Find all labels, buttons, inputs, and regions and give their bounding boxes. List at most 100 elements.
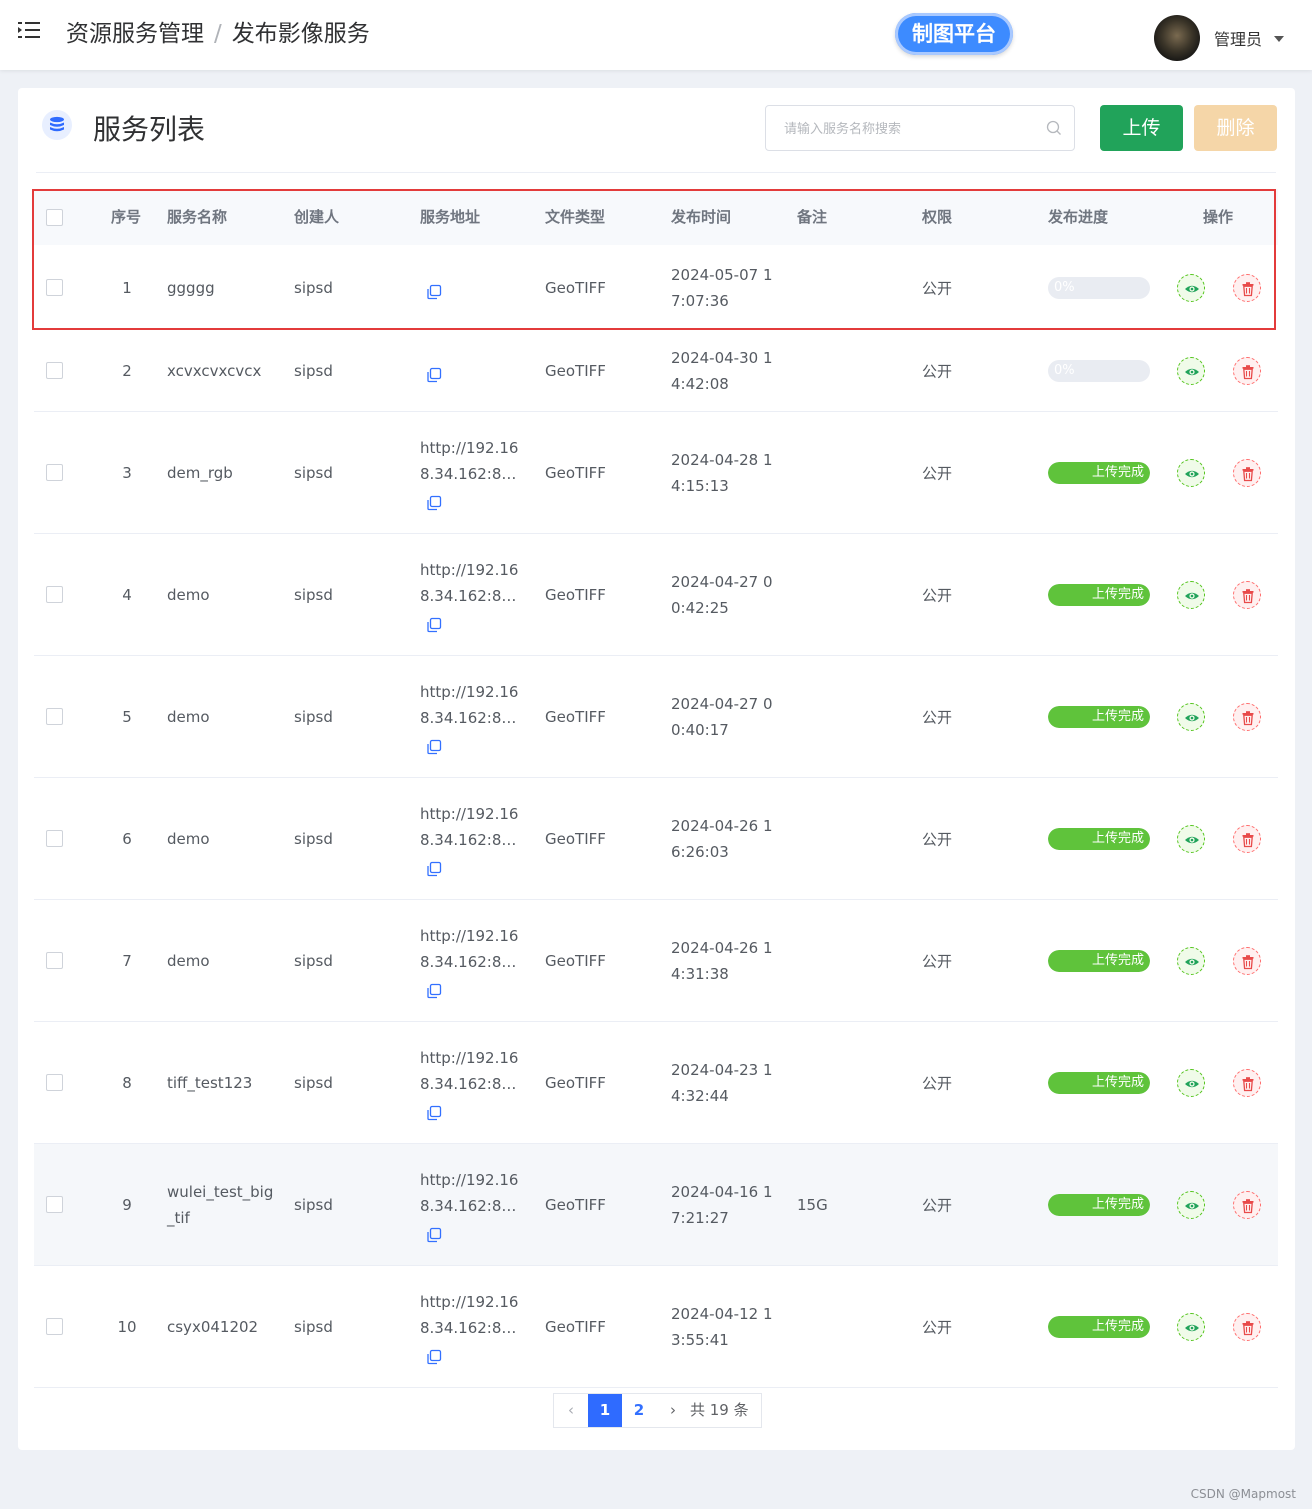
mapping-platform-button[interactable]: 制图平台 [895,13,1013,55]
delete-row-button[interactable] [1233,458,1261,487]
delete-row-button[interactable] [1233,946,1261,975]
view-button[interactable] [1177,702,1205,731]
view-button[interactable] [1177,824,1205,853]
address-line: http://192.16 [420,682,519,701]
address-line: 8.34.162:81... [420,952,524,971]
publish-time-line: 2024-04-27 0 [671,694,773,713]
next-page-icon[interactable]: › [656,1394,690,1427]
delete-row-button[interactable] [1233,702,1261,731]
column-header: 服务名称 [167,208,228,226]
total-count: 共 19 条 [690,1401,749,1419]
row-index: 8 [122,1073,132,1092]
address-line: http://192.16 [420,438,519,457]
progress-text: 上传完成 [1091,830,1144,846]
row-checkbox[interactable] [46,829,63,847]
prev-page-icon[interactable]: ‹ [554,1394,588,1427]
progress-text: 上传完成 [1091,1318,1144,1334]
row-checkbox[interactable] [46,278,63,296]
row-checkbox[interactable] [46,1073,63,1091]
delete-row-button[interactable] [1233,824,1261,853]
copy-icon[interactable] [426,367,442,383]
copy-icon[interactable] [426,1349,442,1365]
view-button[interactable] [1177,1190,1205,1219]
table-row: 9 wulei_test_big _tif sipsd http://192.16 8.3… [34,1144,1278,1266]
watermark: CSDN @Mapmost [1190,1487,1296,1501]
search-box[interactable] [765,105,1075,152]
table-row: 1 ggggg sipsd GeoTIFF 2024-05-07 1 7:07:36 公开 0… [34,245,1278,330]
copy-icon[interactable] [426,617,442,633]
row-checkbox[interactable] [46,361,63,379]
delete-button[interactable]: 删除 [1194,105,1277,151]
user-name[interactable]: 管理员 [1214,26,1262,50]
progress-text: 上传完成 [1091,1196,1144,1212]
avatar[interactable] [1154,15,1200,61]
publish-time: 2024-04-28 1 4:15:13 [671,447,772,499]
copy-icon[interactable] [426,983,442,999]
service-name-line: demo [167,585,210,604]
delete-row-button[interactable] [1233,356,1261,385]
row-checkbox[interactable] [46,585,63,603]
page-2[interactable]: 2 [622,1394,656,1427]
row-checkbox[interactable] [46,707,63,725]
address-line: 8.34.162:81... [420,1318,524,1337]
permission: 公开 [922,586,953,604]
view-button[interactable] [1177,273,1205,302]
service-name-line: ggggg [167,278,215,297]
view-button[interactable] [1177,356,1205,385]
view-button[interactable] [1177,580,1205,609]
publish-time-line: 2024-04-16 1 [671,1182,773,1201]
copy-icon[interactable] [426,495,442,511]
delete-row-button[interactable] [1233,1190,1261,1219]
publish-time: 2024-04-23 1 4:32:44 [671,1057,772,1109]
publish-time-line: 6:26:03 [671,842,729,861]
eye-icon [1185,592,1199,599]
trash-icon [1242,710,1254,725]
row-checkbox[interactable] [46,463,63,481]
column-header: 创建人 [294,208,340,226]
view-button[interactable] [1177,946,1205,975]
top-bar: 资源服务管理 / 发布影像服务 制图平台 管理员 [0,0,1312,70]
permission: 公开 [922,1318,953,1336]
publish-time-line: 2024-04-28 1 [671,450,773,469]
view-button[interactable] [1177,1312,1205,1341]
delete-row-button[interactable] [1233,1312,1261,1341]
service-table: 序号 服务名称 创建人 服务地址 文件类型 发布时间 备注 权限 发布进度 操作… [34,189,1278,1388]
breadcrumb-item[interactable]: 资源服务管理 [66,21,204,47]
service-name: csyx041202 [167,1314,258,1340]
publish-time: 2024-05-07 1 7:07:36 [671,262,772,314]
copy-icon[interactable] [426,1227,442,1243]
address-line: 8.34.162:81... [420,708,524,727]
copy-icon[interactable] [426,1105,442,1121]
upload-button[interactable]: 上传 [1100,105,1183,151]
search-icon[interactable] [1046,120,1062,136]
trash-icon [1242,1076,1254,1091]
row-checkbox[interactable] [46,1195,63,1213]
note: 15G [797,1195,828,1214]
row-checkbox[interactable] [46,951,63,969]
publish-time-line: 7:07:36 [671,291,729,310]
permission: 公开 [922,362,953,380]
database-icon [42,110,72,140]
service-name: tiff_test123 [167,1070,252,1096]
search-input[interactable] [782,106,1046,152]
trash-icon [1242,364,1254,379]
column-header: 权限 [922,208,953,226]
copy-icon[interactable] [426,861,442,877]
delete-row-button[interactable] [1233,580,1261,609]
menu-fold-icon[interactable] [18,20,40,40]
view-button[interactable] [1177,1068,1205,1097]
caret-down-icon[interactable] [1274,36,1284,42]
page-1[interactable]: 1 [588,1394,622,1427]
trash-icon [1242,466,1254,481]
view-button[interactable] [1177,458,1205,487]
copy-icon[interactable] [426,284,442,300]
delete-row-button[interactable] [1233,1068,1261,1097]
table-row: 2 xcvxcvxcvcx sipsd GeoTIFF 2024-04-30 1 4:42… [34,330,1278,412]
copy-icon[interactable] [426,739,442,755]
row-checkbox[interactable] [46,1317,63,1335]
select-all-checkbox[interactable] [46,209,63,226]
publish-time-line: 3:55:41 [671,1330,729,1349]
delete-row-button[interactable] [1233,273,1261,302]
service-name-line: dem_rgb [167,463,233,482]
publish-time: 2024-04-30 1 4:42:08 [671,345,772,397]
